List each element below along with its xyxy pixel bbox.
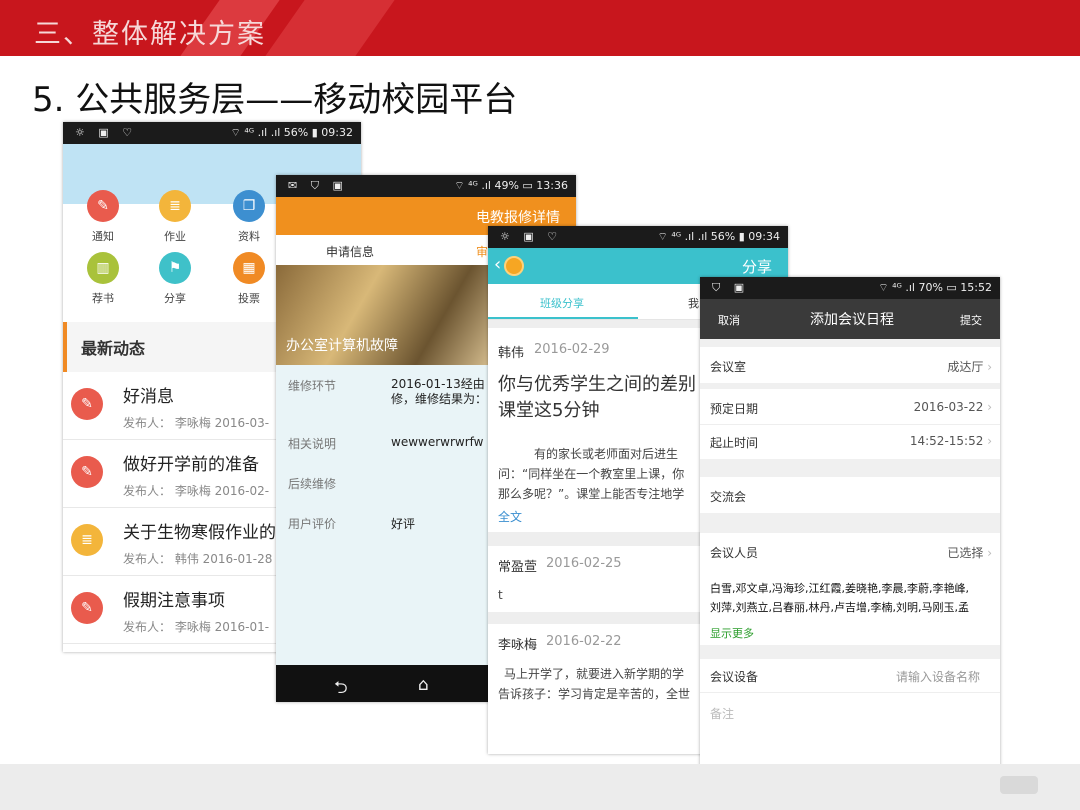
time-value: 14:52-15:52 <box>909 434 984 448</box>
phone-screen-add-meeting: ⛉ ▣ ⌔ ⁴ᴳ .ıl 70% ▭ 15:52 取消 添加会议日程 提交 会议室… <box>700 277 1000 805</box>
show-more-link[interactable]: 显示更多 <box>710 625 754 641</box>
megaphone-icon[interactable]: ✎ <box>87 190 119 222</box>
post-date: 2016-02-22 <box>546 634 622 649</box>
status-bar: ☼ ▣ ♡ ⌔ ⁴ᴳ .ıl .ıl 56% ▮ 09:34 <box>488 226 788 248</box>
news-type-icon: ✎ <box>71 388 103 420</box>
post-date: 2016-02-25 <box>546 556 622 571</box>
read-more-link[interactable]: 全文 <box>498 508 522 525</box>
device-input[interactable]: 请输入设备名称 <box>896 668 980 685</box>
attendees-selected: 已选择 <box>947 546 984 560</box>
slide-subtitle: 5. 公共服务层——移动校园平台 <box>32 80 518 120</box>
footer-band <box>0 764 1080 810</box>
news-meta: 发布人： 李咏梅 2016-03- <box>123 416 270 430</box>
page-title: 分享 <box>741 258 772 276</box>
home-icon[interactable]: ⌂ <box>418 675 429 695</box>
title-bar: 取消 添加会议日程 提交 <box>700 299 1000 339</box>
meeting-room-value: 成达厅 <box>947 360 984 374</box>
document-icon[interactable]: ≣ <box>159 190 191 222</box>
post-excerpt: 有的家长或老师面对后进生 问：“同样坐在一个教室里上课，你 那么多呢？”。课堂上… <box>498 447 685 501</box>
post-headline: 你与优秀学生之间的差别 课堂这5分钟 <box>498 374 696 421</box>
news-meta: 发布人： 韩伟 2016-01-28 <box>123 552 273 566</box>
icon-label: 荐书 <box>92 292 114 305</box>
tab-active-indicator <box>488 317 638 319</box>
post-author: 常盈萱 <box>498 560 538 575</box>
news-meta: 发布人： 李咏梅 2016-01- <box>123 620 270 634</box>
news-title: 假期注意事项 <box>123 591 225 611</box>
banner-caption: 办公室计算机故障 <box>286 338 398 354</box>
slide: 三、整体解决方案 5. 公共服务层——移动校园平台 ☼ ▣ ♡ ⌔ ⁴ᴳ .ıl … <box>0 0 1080 810</box>
tab-class-share[interactable]: 班级分享 <box>540 295 584 311</box>
news-type-icon: ✎ <box>71 456 103 488</box>
chevron-right-icon: › <box>987 400 992 414</box>
meeting-topic-field[interactable]: 交流会 <box>700 477 1000 513</box>
tab-mine[interactable]: 我 <box>688 295 699 311</box>
section-header-title: 三、整体解决方案 <box>34 19 266 50</box>
bar-chart-icon[interactable]: ▦ <box>233 252 265 284</box>
status-bar: ⛉ ▣ ⌔ ⁴ᴳ .ıl 70% ▭ 15:52 <box>700 277 1000 299</box>
attendees-list: 白雪,邓文卓,冯海珍,江红霞,姜晓艳,李晨,李蔚,李艳峰, 刘萍,刘燕立,吕春丽… <box>710 582 969 614</box>
post-excerpt: 马上开学了，就要进入新学期的学 告诉孩子：学习肯定是辛苦的，全世 <box>498 667 691 701</box>
page-indicator <box>1000 776 1038 794</box>
cancel-button[interactable]: 取消 <box>718 312 740 328</box>
time-row[interactable]: 起止时间 14:52-15:52 › <box>700 425 1000 459</box>
meeting-room-row[interactable]: 会议室 成达厅 › <box>700 347 1000 383</box>
tab-apply-info[interactable]: 申请信息 <box>326 243 374 260</box>
icon-label: 分享 <box>164 292 186 305</box>
back-icon[interactable]: ⮌ <box>334 675 348 702</box>
submit-button[interactable]: 提交 <box>960 312 982 328</box>
post-author: 韩伟 <box>498 346 525 361</box>
page-title: 电教报修详情 <box>476 210 560 226</box>
chevron-right-icon: › <box>987 434 992 448</box>
book-icon[interactable]: ▥ <box>87 252 119 284</box>
copy-icon[interactable]: ❐ <box>233 190 265 222</box>
section-header-bar: 三、整体解决方案 <box>0 0 1080 56</box>
section-title: 最新动态 <box>81 339 146 358</box>
news-type-icon: ≣ <box>71 524 103 556</box>
chevron-right-icon: › <box>987 546 992 560</box>
post-date: 2016-02-29 <box>534 342 610 357</box>
icon-label: 作业 <box>164 230 186 243</box>
news-title: 做好开学前的准备 <box>123 455 259 475</box>
news-title: 关于生物寒假作业的 <box>123 523 276 543</box>
icon-label: 资料 <box>238 230 260 243</box>
attendees-row[interactable]: 会议人员 已选择 › 白雪,邓文卓,冯海珍,江红霞,姜晓艳,李晨,李蔚,李艳峰,… <box>700 533 1000 645</box>
back-icon[interactable]: ‹ <box>494 254 501 275</box>
icon-label: 投票 <box>238 292 260 305</box>
chevron-right-icon: › <box>987 360 992 374</box>
post-excerpt: t <box>498 588 503 602</box>
status-bar: ☼ ▣ ♡ ⌔ ⁴ᴳ .ıl .ıl 56% ▮ 09:32 <box>63 122 361 144</box>
news-type-icon: ✎ <box>71 592 103 624</box>
date-value: 2016-03-22 <box>913 400 984 414</box>
news-meta: 发布人： 李咏梅 2016-02- <box>123 484 270 498</box>
flag-icon[interactable]: ⚑ <box>159 252 191 284</box>
date-row[interactable]: 预定日期 2016-03-22 › <box>700 389 1000 425</box>
post-author: 李咏梅 <box>498 638 538 653</box>
page-title: 添加会议日程 <box>810 312 894 328</box>
device-row: 会议设备 请输入设备名称 <box>700 659 1000 693</box>
icon-label: 通知 <box>92 230 114 243</box>
tab-review[interactable]: 审 <box>476 243 488 260</box>
note-input[interactable]: 备注 <box>700 693 1000 767</box>
status-bar: ✉ ⛉ ▣ ⌔ ⁴ᴳ .ıl 49% ▭ 13:36 <box>276 175 576 197</box>
news-title: 好消息 <box>123 387 174 407</box>
app-logo <box>504 256 524 276</box>
